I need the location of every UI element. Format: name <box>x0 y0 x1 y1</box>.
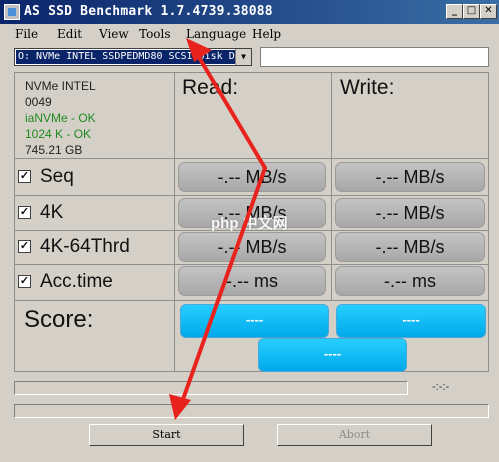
watermark-text: php 中文网 <box>211 215 288 232</box>
4k-label: 4K <box>40 202 64 223</box>
progress-bar-1 <box>14 381 408 395</box>
score-write: ---- <box>336 304 486 338</box>
drive-capacity: 745.21 GB <box>25 143 83 157</box>
score-total: ---- <box>258 338 407 372</box>
menu-file[interactable]: File <box>15 27 38 41</box>
start-button[interactable]: Start <box>89 424 244 446</box>
menu-bar: File Edit View Tools Language Help <box>0 24 499 44</box>
acc-time-label: Acc.time <box>40 271 113 292</box>
seq-label: Seq <box>40 166 74 187</box>
seq-write-result: -.-- MB/s <box>335 162 485 192</box>
acc-time-write-result: -.-- ms <box>335 266 485 296</box>
grid-line <box>488 72 489 372</box>
score-label: Score: <box>24 306 94 333</box>
close-button[interactable]: ✕ <box>480 4 497 19</box>
score-read: ---- <box>180 304 329 338</box>
4k-64thrd-read-result: -.-- MB/s <box>178 232 326 262</box>
drive-info: NVMe INTEL 0049 iaNVMe - OK 1024 K - OK … <box>25 78 96 158</box>
window-title: AS SSD Benchmark 1.7.4739.38088 <box>24 4 273 19</box>
menu-edit[interactable]: Edit <box>57 27 82 41</box>
grid-line <box>14 371 489 372</box>
grid-line <box>14 195 489 196</box>
chevron-down-icon[interactable]: ▼ <box>235 49 251 65</box>
alignment-status: 1024 K - OK <box>25 127 92 141</box>
drive-extra-field[interactable] <box>260 47 489 67</box>
menu-language[interactable]: Language <box>186 27 246 41</box>
title-bar: AS SSD Benchmark 1.7.4739.38088 _ □ ✕ <box>0 0 499 24</box>
4k-write-result: -.-- MB/s <box>335 198 485 228</box>
driver-status: iaNVMe - OK <box>25 111 96 125</box>
drive-select-value: O: NVMe INTEL SSDPEDMD80 SCSI Disk D <box>16 50 235 64</box>
seq-checkbox[interactable]: ✓ <box>18 170 31 183</box>
grid-line <box>331 72 332 300</box>
4k-64thrd-label: 4K-64Thrd <box>40 236 130 257</box>
progress-bar-2 <box>14 404 489 418</box>
drive-select[interactable]: O: NVMe INTEL SSDPEDMD80 SCSI Disk D ▼ <box>14 48 252 66</box>
grid-line <box>14 72 15 372</box>
grid-line <box>14 264 489 265</box>
write-column-header: Write: <box>340 76 395 99</box>
read-column-header: Read: <box>182 76 239 99</box>
grid-line <box>174 72 175 372</box>
grid-line <box>14 72 489 73</box>
menu-help[interactable]: Help <box>252 27 281 41</box>
4k-checkbox[interactable]: ✓ <box>18 206 31 219</box>
elapsed-time: -:-:- <box>432 381 450 393</box>
seq-read-result: -.-- MB/s <box>178 162 326 192</box>
4k-64thrd-checkbox[interactable]: ✓ <box>18 240 31 253</box>
menu-view[interactable]: View <box>99 27 129 41</box>
drive-firmware: 0049 <box>25 95 52 109</box>
menu-tools[interactable]: Tools <box>139 27 171 41</box>
drive-model: NVMe INTEL <box>25 79 96 93</box>
minimize-button[interactable]: _ <box>446 4 463 19</box>
4k-64thrd-write-result: -.-- MB/s <box>335 232 485 262</box>
grid-line <box>14 300 489 301</box>
acc-time-checkbox[interactable]: ✓ <box>18 275 31 288</box>
maximize-button[interactable]: □ <box>463 4 480 19</box>
app-icon <box>4 4 20 20</box>
abort-button[interactable]: Abort <box>277 424 432 446</box>
grid-line <box>14 158 489 159</box>
acc-time-read-result: -.-- ms <box>178 266 326 296</box>
